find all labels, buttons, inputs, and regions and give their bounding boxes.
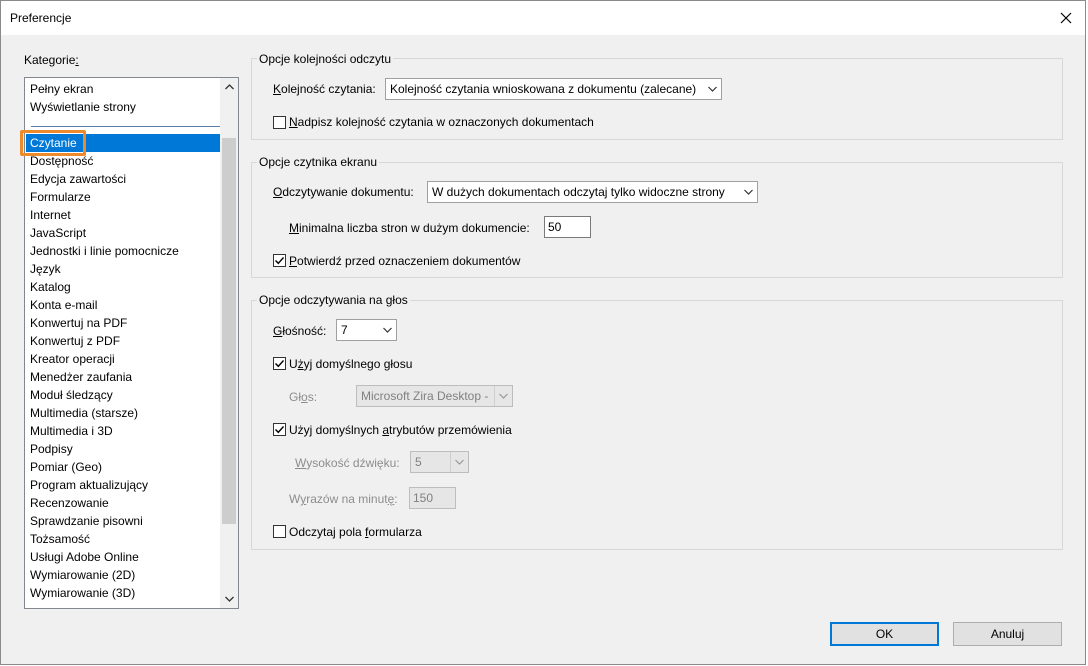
list-item[interactable]: Pomiar (Geo) bbox=[26, 458, 220, 476]
categories-list[interactable]: Pełny ekran Wyświetlanie strony Czytanie Do… bbox=[24, 77, 239, 609]
chevron-down-icon bbox=[224, 596, 234, 602]
pitch-label: Wysokość dźwięku: bbox=[295, 456, 400, 470]
list-item[interactable]: Menedżer zaufania bbox=[26, 368, 220, 386]
min-pages-input[interactable]: 50 bbox=[544, 216, 591, 238]
list-item[interactable]: Recenzowanie bbox=[26, 494, 220, 512]
list-item[interactable]: Program aktualizujący bbox=[26, 476, 220, 494]
dropdown-arrow-icon bbox=[703, 79, 721, 99]
scroll-up-button[interactable] bbox=[220, 78, 238, 96]
list-item[interactable]: Internet bbox=[26, 206, 220, 224]
voice-value: Microsoft Zira Desktop - bbox=[361, 389, 489, 403]
scroll-down-button[interactable] bbox=[220, 590, 238, 608]
list-separator bbox=[31, 126, 221, 127]
list-item[interactable]: Tożsamość bbox=[26, 530, 220, 548]
list-item[interactable]: Język bbox=[26, 260, 220, 278]
pitch-select[interactable]: 5 bbox=[410, 451, 469, 473]
list-item[interactable]: Katalog bbox=[26, 278, 220, 296]
confirm-tagging-checkbox[interactable] bbox=[273, 254, 286, 267]
default-attributes-label[interactable]: Użyj domyślnych atrybutów przemówienia bbox=[289, 423, 512, 437]
ok-button[interactable]: OK bbox=[830, 622, 939, 646]
list-item[interactable]: Pełny ekran bbox=[26, 80, 220, 98]
default-voice-checkbox[interactable] bbox=[273, 357, 286, 370]
volume-label: Głośność: bbox=[273, 324, 327, 338]
document-reading-value: W dużych dokumentach odczytaj tylko wido… bbox=[432, 185, 725, 199]
list-item[interactable]: JavaScript bbox=[26, 224, 220, 242]
wpm-value: 150 bbox=[413, 491, 434, 505]
list-item[interactable]: Podpisy bbox=[26, 440, 220, 458]
voice-select[interactable]: Microsoft Zira Desktop - bbox=[356, 385, 513, 407]
document-reading-select[interactable]: W dużych dokumentach odczytaj tylko wido… bbox=[427, 181, 758, 203]
list-item[interactable]: Multimedia (starsze) bbox=[26, 404, 220, 422]
list-item[interactable]: Konta e-mail bbox=[26, 296, 220, 314]
reading-order-value: Kolejność czytania wnioskowana z dokumen… bbox=[390, 82, 697, 96]
list-item[interactable]: Dostępność bbox=[26, 152, 220, 170]
list-item[interactable]: Moduł śledzący bbox=[26, 386, 220, 404]
screen-reader-legend: Opcje czytnika ekranu bbox=[257, 155, 380, 169]
pitch-value: 5 bbox=[415, 455, 422, 469]
dropdown-arrow-icon bbox=[494, 386, 512, 406]
default-attributes-checkbox[interactable] bbox=[273, 423, 286, 436]
wpm-input[interactable]: 150 bbox=[409, 487, 456, 509]
list-scrollbar[interactable] bbox=[220, 78, 238, 608]
list-item[interactable]: Multimedia i 3D bbox=[26, 422, 220, 440]
override-order-checkbox[interactable] bbox=[273, 116, 286, 129]
list-item[interactable]: Usługi Adobe Online bbox=[26, 548, 220, 566]
list-item[interactable]: Konwertuj na PDF bbox=[26, 314, 220, 332]
wpm-label: Wyrazów na minutę: bbox=[289, 492, 398, 506]
list-item[interactable]: Konwertuj z PDF bbox=[26, 332, 220, 350]
volume-value: 7 bbox=[341, 323, 348, 337]
dropdown-arrow-icon bbox=[739, 182, 757, 202]
list-item[interactable]: Jednostki i linie pomocnicze bbox=[26, 242, 220, 260]
scroll-thumb[interactable] bbox=[222, 138, 236, 524]
preferences-dialog: Preferencje Kategorie: Pełny ekran Wyświe… bbox=[0, 0, 1086, 665]
document-reading-label: Odczytywanie dokumentu: bbox=[273, 185, 414, 199]
reading-order-select[interactable]: Kolejność czytania wnioskowana z dokumen… bbox=[385, 78, 722, 100]
default-voice-label[interactable]: Użyj domyślnego głosu bbox=[289, 357, 412, 371]
voice-label: Głos: bbox=[289, 390, 318, 404]
list-item[interactable]: Wymiarowanie (2D) bbox=[26, 566, 220, 584]
list-item[interactable]: Wyświetlanie strony bbox=[26, 98, 220, 116]
checkmark-icon bbox=[275, 257, 285, 265]
list-item[interactable]: Kreator operacji bbox=[26, 350, 220, 368]
read-aloud-legend: Opcje odczytywania na głos bbox=[257, 293, 410, 307]
volume-select[interactable]: 7 bbox=[336, 319, 397, 341]
order-label: Kolejność czytania: bbox=[273, 82, 376, 96]
override-order-label[interactable]: Nadpisz kolejność czytania w oznaczonych… bbox=[289, 115, 594, 129]
min-pages-label: Minimalna liczba stron w dużym dokumenci… bbox=[289, 221, 530, 235]
min-pages-value: 50 bbox=[548, 220, 562, 234]
chevron-up-icon bbox=[224, 84, 234, 90]
reading-order-legend: Opcje kolejności odczytu bbox=[257, 52, 394, 66]
list-item[interactable]: Formularze bbox=[26, 188, 220, 206]
dialog-title: Preferencje bbox=[10, 11, 72, 25]
cancel-button[interactable]: Anuluj bbox=[953, 622, 1062, 646]
close-icon bbox=[1060, 12, 1072, 24]
categories-label: Kategorie: bbox=[24, 53, 79, 67]
read-form-fields-checkbox[interactable] bbox=[273, 525, 286, 538]
dropdown-arrow-icon bbox=[450, 452, 468, 472]
list-item[interactable]: Sprawdzanie pisowni bbox=[26, 512, 220, 530]
checkmark-icon bbox=[275, 426, 285, 434]
title-bar[interactable]: Preferencje bbox=[1, 1, 1085, 35]
checkmark-icon bbox=[275, 360, 285, 368]
confirm-tagging-label[interactable]: Potwierdź przed oznaczeniem dokumentów bbox=[289, 254, 520, 268]
list-item-selected[interactable]: Czytanie bbox=[26, 134, 220, 152]
list-item[interactable]: Edycja zawartości bbox=[26, 170, 220, 188]
read-form-fields-label[interactable]: Odczytaj pola formularza bbox=[289, 525, 422, 539]
list-item[interactable]: Wymiarowanie (3D) bbox=[26, 584, 220, 602]
dropdown-arrow-icon bbox=[378, 320, 396, 340]
close-button[interactable] bbox=[1051, 3, 1081, 33]
